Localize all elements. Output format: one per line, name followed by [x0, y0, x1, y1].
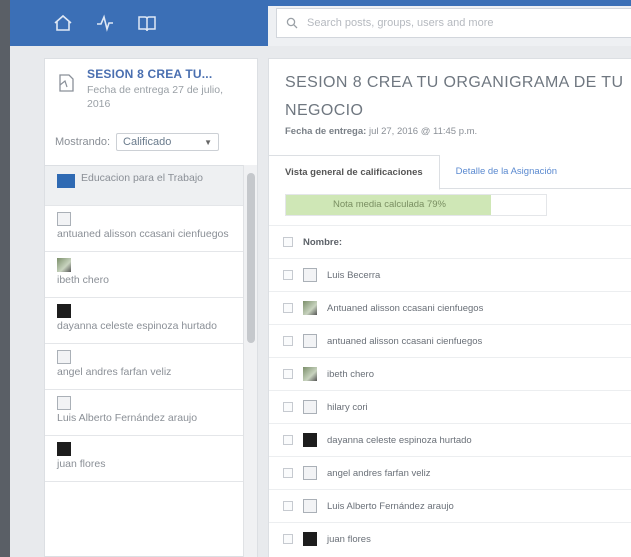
home-icon[interactable]	[50, 10, 76, 36]
list-item[interactable]: juan flores	[45, 436, 243, 482]
student-name[interactable]: Luis Becerra	[327, 270, 380, 281]
list-item-label: juan flores	[57, 458, 106, 470]
table-header: Nombre:	[269, 225, 631, 258]
avatar	[303, 499, 317, 513]
avatar	[57, 350, 71, 364]
filter-row: Mostrando: Calificado ▼	[55, 133, 220, 151]
student-name[interactable]: Luis Alberto Fernández araujo	[327, 501, 454, 512]
assignment-due-date: Fecha de entrega 27 de julio, 2016	[87, 84, 224, 110]
avatar	[57, 212, 71, 226]
row-checkbox[interactable]	[283, 402, 293, 412]
row-checkbox[interactable]	[283, 303, 293, 313]
student-name[interactable]: juan flores	[327, 534, 371, 545]
list-item-label: dayanna celeste espinoza hurtado	[57, 320, 217, 332]
tab-assignment-details[interactable]: Detalle de la Asignación	[440, 155, 573, 188]
average-grade-label: Nota media calculada 79%	[332, 199, 446, 210]
assignment-title[interactable]: SESION 8 CREA TU...	[87, 67, 212, 81]
search-box[interactable]	[276, 8, 631, 38]
student-name[interactable]: dayanna celeste espinoza hurtado	[327, 435, 472, 446]
group-icon	[57, 174, 75, 188]
avatar	[57, 258, 71, 272]
average-grade-bar: Nota media calculada 79%	[285, 194, 547, 216]
list-item-group[interactable]: Educacion para el Trabajo	[45, 166, 243, 206]
tab-bar: Vista general de calificaciones Detalle …	[269, 155, 631, 190]
grading-sidebar: SESION 8 CREA TU... Fecha de entrega 27 …	[44, 58, 258, 557]
grades-table: Nombre: Luis Becerra Antuaned alisson cc…	[269, 225, 631, 555]
list-item-label: ibeth chero	[57, 274, 109, 286]
avatar	[303, 367, 317, 381]
list-item[interactable]: Luis Alberto Fernández araujo	[45, 390, 243, 436]
row-checkbox[interactable]	[283, 468, 293, 478]
nav-bar	[10, 0, 268, 46]
table-row[interactable]: Luis Alberto Fernández araujo	[269, 489, 631, 522]
row-checkbox[interactable]	[283, 534, 293, 544]
student-list: Educacion para el Trabajo antuaned aliss…	[45, 165, 243, 557]
due-date-label: Fecha de entrega:	[285, 126, 367, 137]
table-row[interactable]: angel andres farfan veliz	[269, 456, 631, 489]
nav-bar-accent	[268, 0, 631, 6]
search-input[interactable]	[307, 17, 607, 29]
avatar	[303, 433, 317, 447]
avatar	[57, 396, 71, 410]
student-name[interactable]: ibeth chero	[327, 369, 374, 380]
assignment-icon	[57, 73, 75, 98]
tab-grade-overview[interactable]: Vista general de calificaciones	[269, 155, 440, 190]
avatar	[57, 304, 71, 318]
avatar	[303, 466, 317, 480]
book-icon[interactable]	[134, 10, 160, 36]
table-row[interactable]: ibeth chero	[269, 357, 631, 390]
list-item-label: Educacion para el Trabajo	[81, 172, 203, 184]
row-checkbox[interactable]	[283, 369, 293, 379]
list-item[interactable]: antuaned alisson ccasani cienfuegos	[45, 206, 243, 252]
table-row[interactable]: Luis Becerra	[269, 258, 631, 291]
student-name[interactable]: hilary cori	[327, 402, 368, 413]
table-row[interactable]: Antuaned alisson ccasani cienfuegos	[269, 291, 631, 324]
avatar	[303, 532, 317, 546]
list-item[interactable]: ibeth chero	[45, 252, 243, 298]
due-date-value: jul 27, 2016 @ 11:45 p.m.	[368, 126, 478, 137]
page-title: SESION 8 CREA TU ORGANIGRAMA DE TU NEGOC…	[285, 74, 624, 119]
avatar	[57, 442, 71, 456]
list-item-label: antuaned alisson ccasani cienfuegos	[57, 228, 229, 240]
scrollbar[interactable]	[243, 165, 257, 557]
assignment-header: SESION 8 CREA TU... Fecha de entrega 27 …	[45, 59, 257, 129]
avatar	[303, 268, 317, 282]
student-name[interactable]: Antuaned alisson ccasani cienfuegos	[327, 303, 483, 314]
chevron-down-icon: ▼	[204, 137, 213, 147]
row-checkbox[interactable]	[283, 336, 293, 346]
table-row[interactable]: juan flores	[269, 522, 631, 555]
scrollbar-thumb[interactable]	[247, 173, 255, 343]
list-item-label: Luis Alberto Fernández araujo	[57, 412, 198, 424]
left-edge-strip	[0, 0, 10, 557]
list-item-label: angel andres farfan veliz	[57, 366, 172, 378]
student-name[interactable]: antuaned alisson ccasani cienfuegos	[327, 336, 482, 347]
row-checkbox[interactable]	[283, 501, 293, 511]
due-date: Fecha de entrega: jul 27, 2016 @ 11:45 p…	[285, 126, 477, 137]
filter-select[interactable]: Calificado ▼	[116, 133, 220, 151]
filter-selected-value: Calificado	[123, 136, 172, 148]
avatar	[303, 301, 317, 315]
row-checkbox[interactable]	[283, 270, 293, 280]
filter-label: Mostrando:	[55, 136, 111, 148]
select-all-checkbox[interactable]	[283, 237, 293, 247]
list-item[interactable]: dayanna celeste espinoza hurtado	[45, 298, 243, 344]
avatar	[303, 400, 317, 414]
grading-main-panel: SESION 8 CREA TU ORGANIGRAMA DE TU NEGOC…	[268, 58, 631, 557]
table-row[interactable]: antuaned alisson ccasani cienfuegos	[269, 324, 631, 357]
student-name[interactable]: angel andres farfan veliz	[327, 468, 431, 479]
column-header-name[interactable]: Nombre:	[303, 237, 342, 248]
top-bar	[0, 0, 631, 557]
list-item[interactable]: angel andres farfan veliz	[45, 344, 243, 390]
activity-icon[interactable]	[92, 10, 118, 36]
avatar	[303, 334, 317, 348]
row-checkbox[interactable]	[283, 435, 293, 445]
table-row[interactable]: hilary cori	[269, 390, 631, 423]
table-row[interactable]: dayanna celeste espinoza hurtado	[269, 423, 631, 456]
search-icon	[277, 17, 307, 29]
